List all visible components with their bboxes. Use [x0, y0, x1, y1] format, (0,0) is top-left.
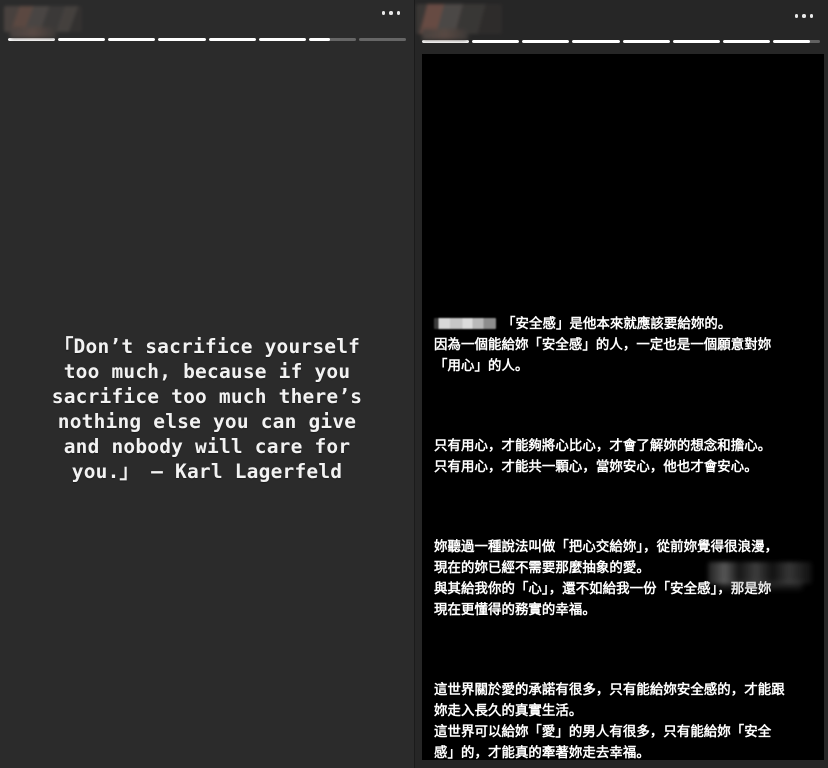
username-blurred-right[interactable]	[416, 4, 502, 34]
story-progress-bar-left[interactable]	[8, 38, 406, 41]
progress-segment[interactable]	[422, 40, 470, 43]
progress-segment-active[interactable]	[772, 40, 820, 43]
story-panel-left[interactable]: 「Don’t sacrifice yourself too much, beca…	[0, 0, 414, 768]
blurred-watermark	[708, 562, 812, 584]
more-options-icon-left[interactable]	[381, 11, 400, 15]
progress-segment[interactable]	[722, 40, 770, 43]
progress-segment[interactable]	[572, 40, 620, 43]
story-header-left	[0, 0, 414, 36]
story-progress-bar-right[interactable]	[422, 40, 820, 43]
progress-segment[interactable]	[108, 38, 156, 41]
progress-segment[interactable]	[58, 38, 106, 41]
progress-segment[interactable]	[208, 38, 256, 41]
blurred-text-redaction-icon	[434, 317, 496, 329]
panel-divider	[414, 0, 415, 768]
username-blurred-left[interactable]	[4, 6, 82, 32]
more-options-icon-right[interactable]	[794, 14, 813, 18]
chinese-post-text: 「安全感」是他本來就應該要給妳的。 因為一個能給妳「安全感」的人，一定也是一個願…	[434, 272, 814, 760]
quote-text: 「Don’t sacrifice yourself too much, beca…	[51, 335, 363, 483]
progress-segment[interactable]	[522, 40, 570, 43]
progress-segment[interactable]	[8, 38, 56, 41]
progress-segment[interactable]	[472, 40, 520, 43]
story-canvas-left: 「Don’t sacrifice yourself too much, beca…	[0, 46, 414, 768]
story-panel-right[interactable]: 「安全感」是他本來就應該要給妳的。 因為一個能給妳「安全感」的人，一定也是一個願…	[414, 0, 828, 768]
paragraph-2: 只有用心，才能夠將心比心，才會了解妳的想念和擔心。 只有用心，才能共一顆心，當妳…	[434, 439, 772, 475]
progress-segment[interactable]	[622, 40, 670, 43]
progress-segment[interactable]	[158, 38, 206, 41]
stories-screen: 「Don’t sacrifice yourself too much, beca…	[0, 0, 828, 768]
paragraph-4: 這世界關於愛的承諾有很多，只有能給妳安全感的，才能跟 妳走入長久的真實生活。 這…	[434, 683, 785, 760]
story-header-right	[414, 0, 828, 36]
story-canvas-right: 「安全感」是他本來就應該要給妳的。 因為一個能給妳「安全感」的人，一定也是一個願…	[422, 54, 824, 760]
progress-segment-active[interactable]	[308, 38, 356, 41]
progress-segment[interactable]	[358, 38, 406, 41]
progress-segment[interactable]	[258, 38, 306, 41]
progress-segment[interactable]	[672, 40, 720, 43]
paragraph-1: 「安全感」是他本來就應該要給妳的。 因為一個能給妳「安全感」的人，一定也是一個願…	[434, 314, 814, 377]
